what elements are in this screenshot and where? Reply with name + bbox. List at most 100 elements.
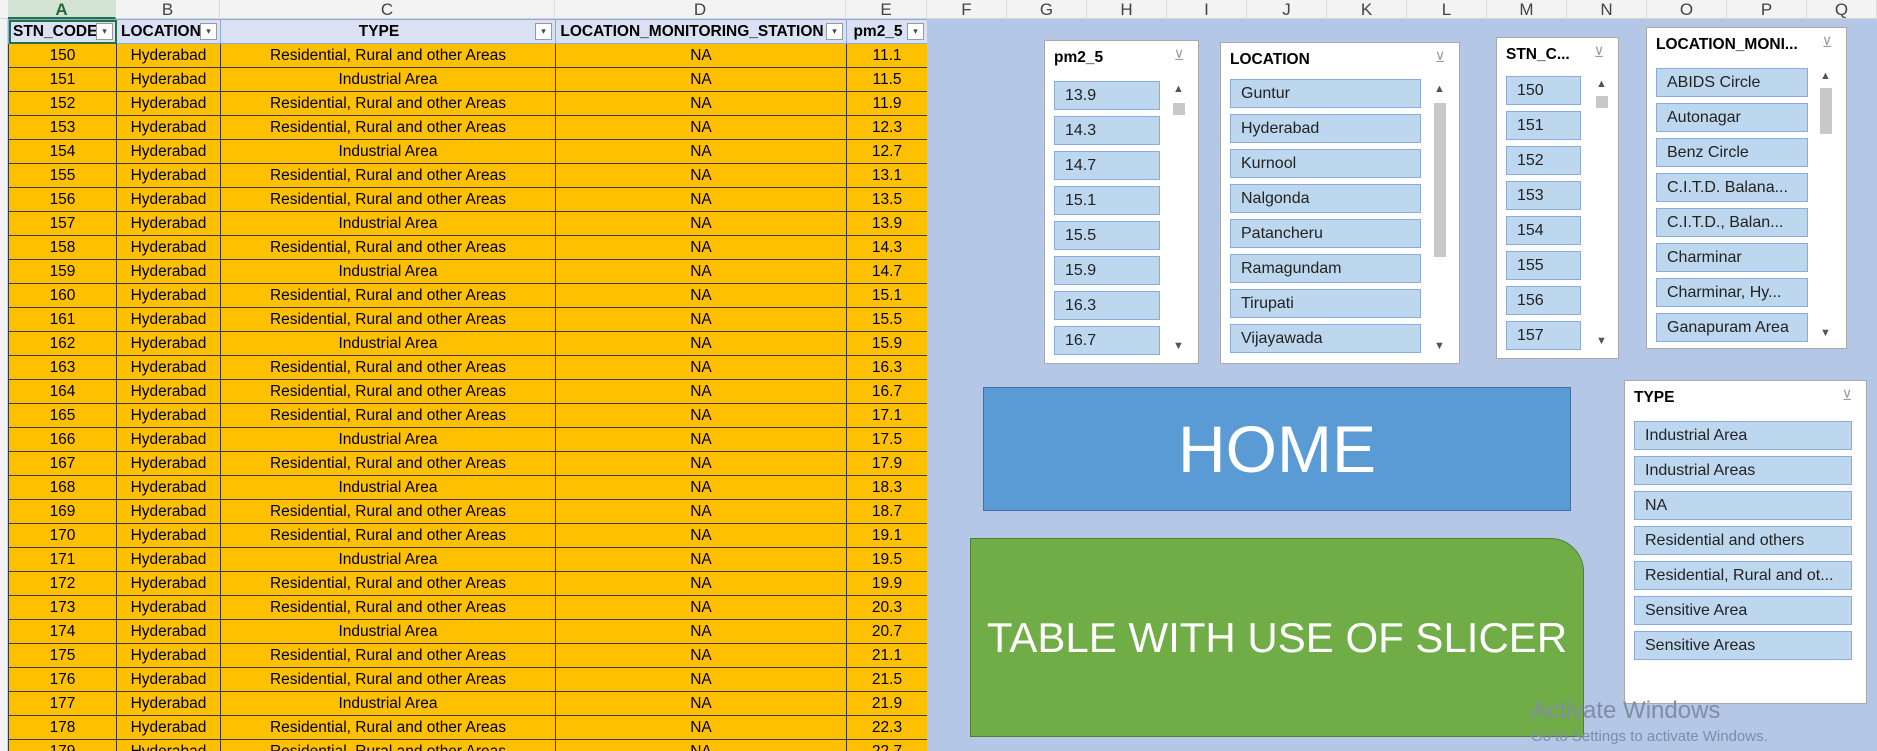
table-cell[interactable]: 168 <box>8 475 117 500</box>
table-cell[interactable]: 172 <box>8 571 117 596</box>
column-header-stn-code[interactable]: STN_CODE ▾ <box>8 19 117 44</box>
table-cell[interactable]: NA <box>555 43 847 68</box>
table-cell[interactable]: Residential, Rural and other Areas <box>220 379 556 404</box>
table-cell[interactable]: NA <box>555 139 847 164</box>
scroll-thumb[interactable] <box>1173 103 1185 115</box>
table-cell[interactable]: NA <box>555 571 847 596</box>
table-cell[interactable]: Residential, Rural and other Areas <box>220 403 556 428</box>
table-cell[interactable]: 161 <box>8 307 117 332</box>
table-cell[interactable]: 156 <box>8 187 117 212</box>
table-cell[interactable]: 21.5 <box>846 667 927 692</box>
filter-dropdown-icon[interactable]: ▾ <box>96 23 113 40</box>
table-cell[interactable]: 175 <box>8 643 117 668</box>
table-cell[interactable]: Hyderabad <box>116 235 221 260</box>
table-cell[interactable]: Hyderabad <box>116 283 221 308</box>
table-cell[interactable]: NA <box>555 163 847 188</box>
table-cell[interactable]: 17.5 <box>846 427 927 452</box>
column-letter-b[interactable]: B <box>116 0 220 19</box>
table-cell[interactable]: Industrial Area <box>220 139 556 164</box>
slicer-item[interactable]: Residential and others <box>1634 526 1852 555</box>
table-cell[interactable]: 11.1 <box>846 43 927 68</box>
column-letter-q[interactable]: Q <box>1807 0 1877 19</box>
slicer-item[interactable]: 13.9 <box>1054 81 1160 110</box>
table-cell[interactable]: Hyderabad <box>116 739 221 751</box>
slicer-item[interactable]: Industrial Areas <box>1634 456 1852 485</box>
slicer-item[interactable]: C.I.T.D., Balan... <box>1656 208 1808 237</box>
table-cell[interactable]: NA <box>555 547 847 572</box>
table-cell[interactable]: Hyderabad <box>116 67 221 92</box>
table-cell[interactable]: 174 <box>8 619 117 644</box>
table-cell[interactable]: Hyderabad <box>116 523 221 548</box>
column-letter-e[interactable]: E <box>846 0 927 19</box>
table-cell[interactable]: NA <box>555 67 847 92</box>
table-cell[interactable]: Residential, Rural and other Areas <box>220 571 556 596</box>
table-cell[interactable]: Industrial Area <box>220 259 556 284</box>
table-cell[interactable]: NA <box>555 715 847 740</box>
table-cell[interactable]: Hyderabad <box>116 475 221 500</box>
clear-filter-icon[interactable]: ⊻ <box>1590 44 1608 60</box>
table-cell[interactable]: 21.1 <box>846 643 927 668</box>
table-cell[interactable]: 171 <box>8 547 117 572</box>
slicer-item[interactable]: Hyderabad <box>1230 114 1421 143</box>
table-cell[interactable]: NA <box>555 451 847 476</box>
table-cell[interactable]: 16.7 <box>846 379 927 404</box>
slicer-pm2-5[interactable]: pm2_5 ⊻ 13.9 14.3 14.7 15.1 15.5 15.9 16.3 16.7… <box>1044 40 1199 364</box>
table-cell[interactable]: NA <box>555 115 847 140</box>
scroll-up-arrow-icon[interactable]: ▲ <box>1817 68 1834 85</box>
column-letter-j[interactable]: J <box>1247 0 1327 19</box>
table-cell[interactable]: 20.7 <box>846 619 927 644</box>
table-cell[interactable]: NA <box>555 355 847 380</box>
table-cell[interactable]: NA <box>555 331 847 356</box>
table-cell[interactable]: Industrial Area <box>220 619 556 644</box>
table-cell[interactable]: Residential, Rural and other Areas <box>220 739 556 751</box>
table-cell[interactable]: 179 <box>8 739 117 751</box>
table-cell[interactable]: Residential, Rural and other Areas <box>220 307 556 332</box>
scroll-down-arrow-icon[interactable]: ▼ <box>1593 333 1610 350</box>
table-cell[interactable]: 15.5 <box>846 307 927 332</box>
slicer-item[interactable]: 154 <box>1506 216 1581 245</box>
slicer-scrollbar[interactable]: ▲ ▼ <box>1170 81 1187 355</box>
table-cell[interactable]: 20.3 <box>846 595 927 620</box>
column-letter-f[interactable]: F <box>927 0 1007 19</box>
table-cell[interactable]: Industrial Area <box>220 67 556 92</box>
slicer-scrollbar[interactable]: ▲ ▼ <box>1817 68 1834 342</box>
slicer-item[interactable]: Vijayawada <box>1230 324 1421 353</box>
slicer-item[interactable]: 156 <box>1506 286 1581 315</box>
column-header-pm2-5[interactable]: pm2_5 ▾ <box>846 19 927 44</box>
slicer-item[interactable]: ABIDS Circle <box>1656 68 1808 97</box>
table-cell[interactable]: Residential, Rural and other Areas <box>220 283 556 308</box>
slicer-type[interactable]: TYPE ⊻ Industrial Area Industrial Areas NA… <box>1624 380 1867 704</box>
clear-filter-icon[interactable]: ⊻ <box>1838 387 1856 403</box>
table-cell[interactable]: 12.3 <box>846 115 927 140</box>
table-cell[interactable]: 173 <box>8 595 117 620</box>
slicer-item[interactable]: Tirupati <box>1230 289 1421 318</box>
table-cell[interactable]: Hyderabad <box>116 715 221 740</box>
table-cell[interactable]: 177 <box>8 691 117 716</box>
table-cell[interactable]: 22.3 <box>846 715 927 740</box>
column-header-type[interactable]: TYPE ▾ <box>220 19 556 44</box>
column-letter-i[interactable]: I <box>1167 0 1247 19</box>
table-cell[interactable]: Hyderabad <box>116 595 221 620</box>
table-cell[interactable]: Hyderabad <box>116 355 221 380</box>
table-cell[interactable]: Residential, Rural and other Areas <box>220 91 556 116</box>
table-cell[interactable]: Industrial Area <box>220 211 556 236</box>
table-cell[interactable]: 12.7 <box>846 139 927 164</box>
table-cell[interactable]: 169 <box>8 499 117 524</box>
table-cell[interactable]: NA <box>555 91 847 116</box>
table-cell[interactable]: 15.9 <box>846 331 927 356</box>
table-cell[interactable]: NA <box>555 523 847 548</box>
table-cell[interactable]: 155 <box>8 163 117 188</box>
filter-dropdown-icon[interactable]: ▾ <box>826 23 843 40</box>
clear-filter-icon[interactable]: ⊻ <box>1170 47 1188 63</box>
clear-filter-icon[interactable]: ⊻ <box>1431 49 1449 65</box>
table-cell[interactable]: NA <box>555 691 847 716</box>
filter-dropdown-icon[interactable]: ▾ <box>200 23 217 40</box>
table-cell[interactable]: Residential, Rural and other Areas <box>220 163 556 188</box>
table-cell[interactable]: NA <box>555 667 847 692</box>
table-cell[interactable]: Hyderabad <box>116 427 221 452</box>
slicer-item[interactable]: 16.7 <box>1054 326 1160 355</box>
column-letter-m[interactable]: M <box>1487 0 1567 19</box>
table-cell[interactable]: Industrial Area <box>220 547 556 572</box>
column-header-location[interactable]: LOCATION ▾ <box>116 19 221 44</box>
slicer-item[interactable]: Charminar, Hy... <box>1656 278 1808 307</box>
